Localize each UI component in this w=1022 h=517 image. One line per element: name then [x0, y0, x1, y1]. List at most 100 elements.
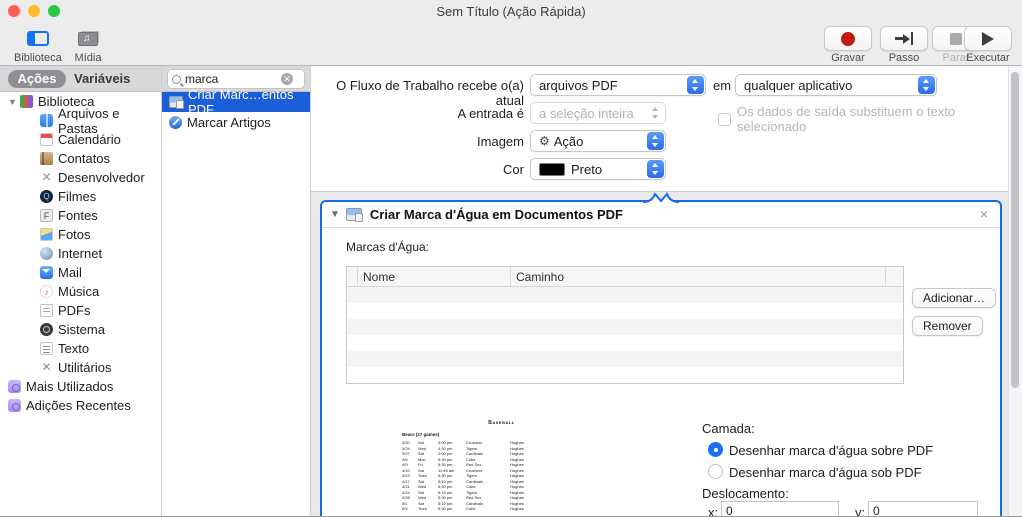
- books-icon: [20, 95, 33, 108]
- search-icon: [172, 74, 181, 84]
- table-row: [347, 287, 903, 303]
- main-toolbar: Biblioteca Mídia Gravar Passo Parar Exec…: [0, 22, 1022, 66]
- sidebar-item[interactable]: Texto: [0, 339, 161, 358]
- action-header[interactable]: ▼ Criar Marca d'Água em Documentos PDF ×: [322, 202, 1000, 228]
- sidebar-item-label: Adições Recentes: [26, 398, 131, 413]
- sidebar-item[interactable]: Internet: [0, 244, 161, 263]
- selection-popup: a seleção inteira: [530, 102, 666, 124]
- vertical-scrollbar[interactable]: [1008, 66, 1022, 516]
- preview-schedule-table: 3/20 Sat 4:00 pm Crushers Hughes 3/24 We…: [402, 440, 609, 512]
- sidebar-item-label: Sistema: [58, 322, 105, 337]
- radio-over-pdf[interactable]: [708, 442, 723, 457]
- popup-stepper-icon: [647, 132, 664, 150]
- sidebar-item-label: Música: [58, 284, 100, 299]
- offset-y-input[interactable]: [868, 501, 978, 516]
- remove-watermark-button[interactable]: Remover: [912, 316, 983, 336]
- sidebar-item[interactable]: Adições Recentes: [0, 396, 161, 415]
- result-item-criar-marca[interactable]: Criar Marc…entos PDF: [162, 87, 310, 117]
- media-icon: [78, 31, 98, 46]
- watermark-action-icon: [169, 96, 184, 109]
- result-item-label: Criar Marc…entos PDF: [188, 87, 294, 117]
- action-title: Criar Marca d'Água em Documentos PDF: [369, 207, 623, 222]
- popup-stepper-icon: [647, 160, 664, 178]
- tab-variables[interactable]: Variáveis: [74, 70, 130, 88]
- sidebar-item[interactable]: Arquivos e Pastas: [0, 106, 161, 136]
- workflow-input-header: O Fluxo de Trabalho recebe o(a) atual ar…: [311, 66, 1008, 191]
- action-disclosure-icon[interactable]: ▼: [330, 209, 340, 220]
- clear-search-icon[interactable]: ✕: [281, 73, 293, 85]
- watermarks-table[interactable]: Nome Caminho: [346, 266, 904, 384]
- text-icon: [40, 342, 53, 355]
- finder-icon: [40, 114, 53, 127]
- record-icon: [841, 31, 855, 46]
- sidebar-item[interactable]: Desenvolvedor: [0, 168, 161, 187]
- library-sidebar: ▼ Biblioteca Arquivos e Pastas Calendári…: [0, 92, 161, 516]
- watermarks-label: Marcas d'Água:: [346, 240, 429, 254]
- dev-icon: [40, 171, 53, 184]
- input-type-popup[interactable]: arquivos PDF: [530, 74, 706, 96]
- sidebar-item[interactable]: Fotos: [0, 225, 161, 244]
- radio-over-pdf-label[interactable]: Desenhar marca d'água sobre PDF: [729, 443, 933, 458]
- media-button[interactable]: Mídia: [66, 26, 110, 64]
- application-value: qualquer aplicativo: [744, 77, 853, 93]
- library-button-label: Biblioteca: [14, 52, 62, 64]
- search-results-list: Criar Marc…entos PDF Marcar Artigos: [162, 87, 310, 516]
- calendar-icon: [40, 133, 53, 146]
- radio-under-pdf[interactable]: [708, 464, 723, 479]
- sidebar-item[interactable]: PDFs: [0, 301, 161, 320]
- sidebar-item[interactable]: Mais Utilizados: [0, 377, 161, 396]
- preview-cell: Hughes: [510, 506, 524, 511]
- search-input[interactable]: [185, 72, 281, 86]
- popup-stepper-icon: [918, 76, 935, 94]
- sidebar-item-label: Contatos: [58, 151, 111, 166]
- disclosure-triangle-icon[interactable]: ▼: [8, 97, 20, 107]
- layer-label: Camada:: [702, 421, 755, 436]
- sidebar-item[interactable]: Filmes: [0, 187, 161, 206]
- color-popup[interactable]: Preto: [530, 158, 666, 180]
- sidebar-item[interactable]: Fontes: [0, 206, 161, 225]
- sidebar-item[interactable]: Música: [0, 282, 161, 301]
- preview-cell: Tues: [418, 506, 427, 511]
- sidebar-item-label: PDFs: [58, 303, 91, 318]
- scrollbar-thumb[interactable]: [1011, 72, 1019, 388]
- application-popup[interactable]: qualquer aplicativo: [735, 74, 937, 96]
- compass-icon: [169, 115, 182, 129]
- library-toggle-button[interactable]: Biblioteca: [14, 26, 62, 64]
- title-bar: Sem Título (Ação Rápida): [0, 0, 1022, 22]
- workflow-receives-label: O Fluxo de Trabalho recebe o(a) atual: [336, 78, 524, 108]
- preview-cell: 5/4: [402, 506, 408, 511]
- output-replaces-checkbox-row: Os dados de saída substituem o texto sel…: [718, 104, 1008, 134]
- column-header-caminho[interactable]: Caminho: [511, 267, 886, 286]
- sidebar-item-label: Desenvolvedor: [58, 170, 145, 185]
- image-popup[interactable]: ⚙ Ação: [530, 130, 666, 152]
- search-field[interactable]: ✕: [167, 69, 305, 89]
- run-button[interactable]: Executar: [964, 26, 1012, 64]
- input-type-value: arquivos PDF: [539, 77, 618, 93]
- sidebar-item[interactable]: Mail: [0, 263, 161, 282]
- sidebar-item[interactable]: Utilitários: [0, 358, 161, 377]
- popup-stepper-icon: [687, 76, 704, 94]
- automator-window: Sem Título (Ação Rápida) Biblioteca Mídi…: [0, 0, 1022, 517]
- step-button[interactable]: Passo: [880, 26, 928, 64]
- sidebar-item[interactable]: Contatos: [0, 149, 161, 168]
- table-row: [347, 319, 903, 335]
- tab-actions[interactable]: Ações: [8, 70, 66, 88]
- step-icon: [895, 32, 913, 45]
- record-button[interactable]: Gravar: [824, 26, 872, 64]
- table-row: [347, 335, 903, 351]
- radio-under-pdf-label[interactable]: Desenhar marca d'água sob PDF: [729, 465, 922, 480]
- sidebar-item-label: Filmes: [58, 189, 97, 204]
- add-watermark-button[interactable]: Adicionar…: [912, 288, 997, 308]
- table-row: [347, 303, 903, 319]
- selection-value: a seleção inteira: [539, 105, 634, 121]
- internet-icon: [40, 247, 53, 260]
- sidebar-item-label: Calendário: [58, 132, 121, 147]
- sidebar-item-label: Fotos: [58, 227, 91, 242]
- watermark-action-icon: [345, 208, 363, 222]
- close-action-icon[interactable]: ×: [980, 206, 988, 222]
- column-header-nome[interactable]: Nome: [358, 267, 511, 286]
- preview-title: Baseball: [488, 420, 515, 426]
- media-button-label: Mídia: [74, 52, 102, 64]
- sidebar-item[interactable]: Sistema: [0, 320, 161, 339]
- stop-icon: [950, 32, 962, 45]
